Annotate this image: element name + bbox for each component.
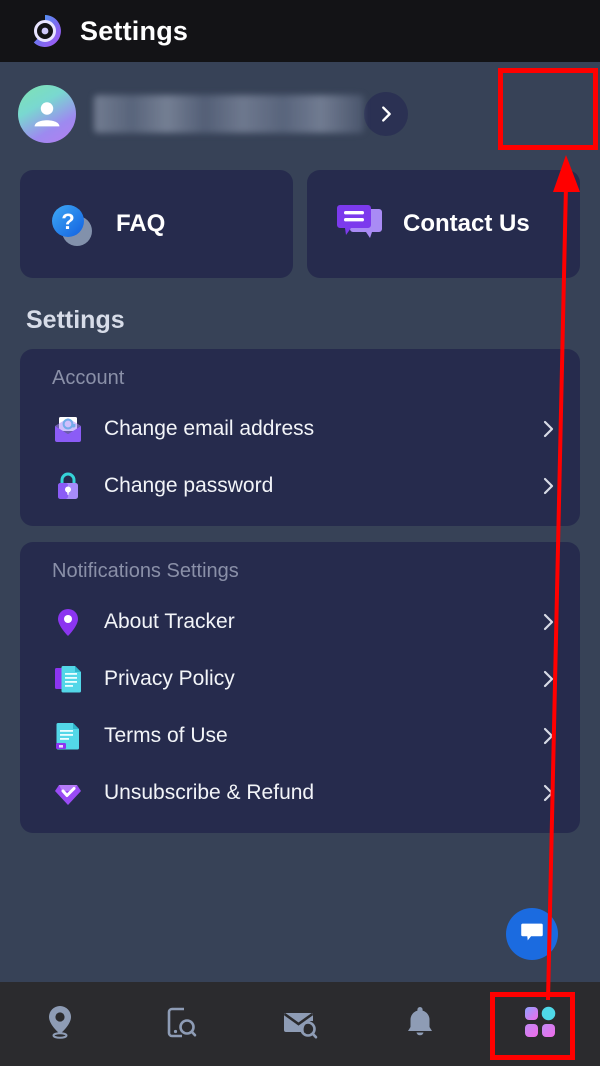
nav-item-alerts[interactable] [360, 982, 480, 1066]
contact-us-card[interactable]: Contact Us [307, 170, 580, 278]
question-mark-circle-icon: ? [46, 199, 98, 249]
nav-item-device-search[interactable] [120, 982, 240, 1066]
settings-row-label: About Tracker [104, 609, 235, 633]
settings-section-title: Settings [26, 306, 125, 334]
contact-us-label: Contact Us [403, 210, 530, 237]
faq-label: FAQ [116, 210, 166, 237]
settings-content: ? FAQ Contact Us Settings Account Change… [0, 62, 600, 982]
settings-row-label: Unsubscribe & Refund [104, 780, 315, 804]
profile-name [94, 95, 364, 133]
chevron-right-icon [538, 724, 558, 748]
app-header: Settings [0, 0, 600, 62]
avatar [18, 85, 76, 143]
padlock-icon [52, 470, 84, 502]
nav-item-more[interactable] [480, 982, 600, 1066]
quick-actions-row: ? FAQ Contact Us [0, 170, 600, 278]
settings-row-change-password[interactable]: Change password [20, 457, 580, 514]
bell-icon [400, 1002, 440, 1047]
settings-row-label: Change email address [104, 416, 315, 440]
nav-item-location[interactable] [0, 982, 120, 1066]
diamond-check-icon [52, 777, 84, 809]
app-logo-icon [26, 12, 64, 50]
settings-row-label: Terms of Use [104, 723, 228, 747]
notifications-settings-card: Notifications Settings About Tracker Pri… [20, 542, 580, 833]
chevron-right-icon [538, 667, 558, 691]
envelope-at-icon [52, 413, 84, 445]
settings-row-change-email[interactable]: Change email address [20, 400, 580, 457]
location-pin-icon [40, 1002, 80, 1047]
phone-search-icon [160, 1002, 200, 1047]
page-title: Settings [80, 15, 189, 46]
chat-bubble-icon [519, 919, 545, 950]
svg-text:?: ? [61, 209, 74, 234]
settings-row-terms-of-use[interactable]: Terms of Use [20, 707, 580, 764]
chevron-right-icon [538, 610, 558, 634]
chevron-right-icon [538, 781, 558, 805]
faq-card[interactable]: ? FAQ [20, 170, 293, 278]
account-group-label: Account [52, 367, 125, 389]
chevron-right-icon [538, 417, 558, 441]
profile-detail-button[interactable] [364, 92, 408, 136]
account-settings-card: Account Change email address Change pass… [20, 349, 580, 526]
settings-screen: Settings ? FAQ Contact Us Settings Accou… [0, 0, 600, 1066]
chat-support-fab[interactable] [506, 908, 558, 960]
settings-row-privacy-policy[interactable]: Privacy Policy [20, 650, 580, 707]
settings-row-about-tracker[interactable]: About Tracker [20, 593, 580, 650]
notifications-group-label: Notifications Settings [52, 560, 239, 582]
map-pin-icon [52, 606, 84, 638]
mail-search-icon [280, 1002, 320, 1047]
terms-document-icon [52, 720, 84, 752]
settings-row-label: Change password [104, 473, 274, 497]
privacy-document-icon [52, 663, 84, 695]
chat-bubbles-icon [333, 199, 385, 249]
profile-row[interactable] [0, 62, 600, 166]
grid-apps-icon [520, 1002, 560, 1047]
settings-row-label: Privacy Policy [104, 666, 235, 690]
settings-row-unsubscribe-refund[interactable]: Unsubscribe & Refund [20, 764, 580, 821]
chevron-right-icon [538, 474, 558, 498]
nav-item-mail-search[interactable] [240, 982, 360, 1066]
bottom-navigation [0, 982, 600, 1066]
